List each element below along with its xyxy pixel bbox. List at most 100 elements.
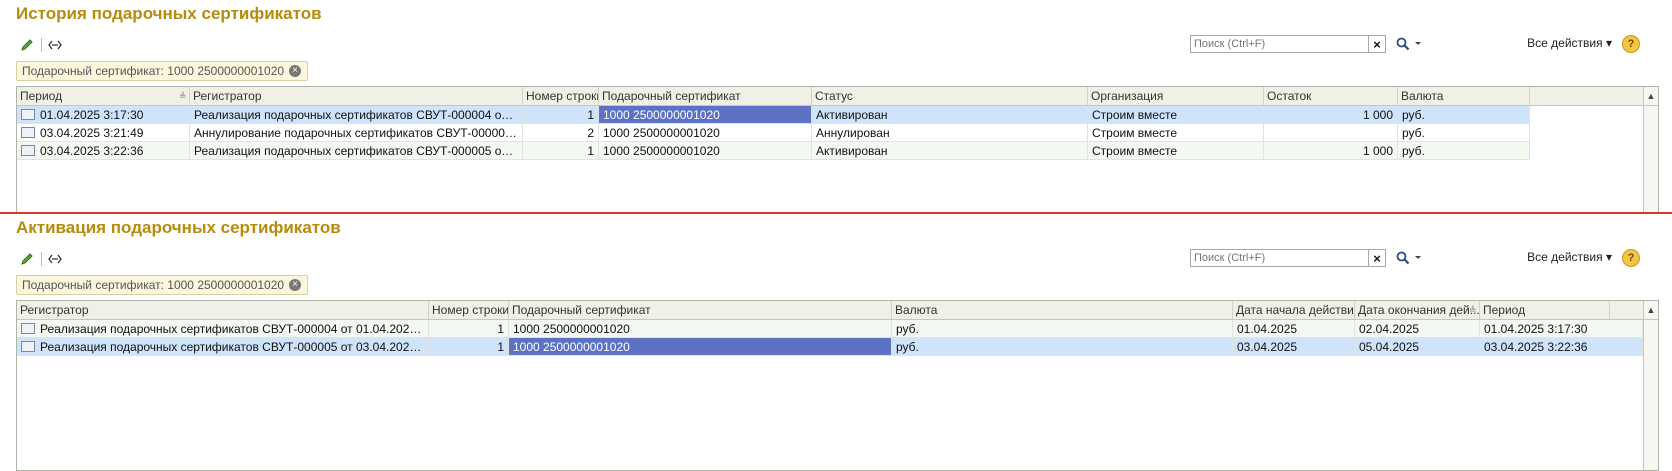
cell-line-number: 1 <box>429 320 509 338</box>
history-panel: История подарочных сертификатов × Все де… <box>0 0 1672 226</box>
scroll-up-icon[interactable]: ▲ <box>1644 301 1658 320</box>
activation-vertical-scrollbar[interactable]: ▲ <box>1643 301 1658 470</box>
col-label: Дата окончания дей... <box>1358 303 1480 317</box>
table-row[interactable]: 03.04.2025 3:22:36 Реализация подарочных… <box>17 142 1530 160</box>
col-gift-certificate[interactable]: Подарочный сертификат <box>599 87 812 105</box>
cell-currency: руб. <box>1398 124 1530 142</box>
history-search-input[interactable] <box>1191 36 1370 52</box>
col-organization[interactable]: Организация <box>1088 87 1264 105</box>
col-label: Период <box>20 89 63 103</box>
cell-gift-certificate: 1000 2500000001020 <box>509 320 892 338</box>
cell-start-date: 01.04.2025 <box>1233 320 1355 338</box>
cell-balance: 1 000 <box>1264 106 1398 124</box>
remove-filter-icon[interactable]: × <box>289 65 302 77</box>
document-icon <box>21 109 35 121</box>
col-start-date[interactable]: Дата начала действия <box>1233 301 1355 319</box>
activation-filter-tag[interactable]: Подарочный сертификат: 1000 250000000102… <box>16 275 309 295</box>
col-status[interactable]: Статус <box>812 87 1088 105</box>
col-line-number[interactable]: Номер строки <box>523 87 599 105</box>
history-find-button[interactable] <box>1396 34 1426 54</box>
cell-period: 01.04.2025 3:17:30 <box>1480 320 1643 338</box>
history-filter-tag[interactable]: Подарочный сертификат: 1000 250000000102… <box>16 61 309 81</box>
cell-status: Активирован <box>812 106 1088 124</box>
sort-ascending-icon: ≜ <box>179 91 187 101</box>
activation-all-actions-menu[interactable]: Все действия ▾ <box>1527 250 1612 264</box>
cell-organization: Строим вместе <box>1088 142 1264 160</box>
clear-search-button[interactable]: × <box>1368 250 1385 266</box>
link-button[interactable] <box>44 34 66 56</box>
col-currency[interactable]: Валюта <box>892 301 1233 319</box>
pencil-icon <box>21 39 33 51</box>
chevron-down-icon <box>1415 256 1421 259</box>
col-period[interactable]: Период <box>1480 301 1610 319</box>
document-icon <box>21 323 35 335</box>
col-end-date[interactable]: Дата окончания дей... ≜ <box>1355 301 1480 319</box>
table-row[interactable]: Реализация подарочных сертификатов СВУТ-… <box>17 320 1643 338</box>
registrar-text: Реализация подарочных сертификатов СВУТ-… <box>40 340 429 354</box>
link-button[interactable] <box>44 248 66 270</box>
col-registrar[interactable]: Регистратор <box>17 301 429 319</box>
cell-line-number: 1 <box>523 142 599 160</box>
filter-label: Подарочный сертификат: 1000 250000000102… <box>22 278 285 292</box>
table-row[interactable]: 03.04.2025 3:21:49 Аннулирование подароч… <box>17 124 1530 142</box>
cell-registrar: Реализация подарочных сертификатов СВУТ-… <box>17 338 429 356</box>
activation-toolbar: × Все действия ▾ ? <box>16 248 1656 270</box>
cell-currency: руб. <box>1398 106 1530 124</box>
history-title: История подарочных сертификатов <box>16 4 322 23</box>
pencil-icon <box>21 253 33 265</box>
cell-balance <box>1264 124 1398 142</box>
col-line-number[interactable]: Номер строки <box>429 301 509 319</box>
period-text: 03.04.2025 3:21:49 <box>40 126 144 140</box>
activation-search-field[interactable]: × <box>1190 249 1386 267</box>
table-row[interactable]: 01.04.2025 3:17:30 Реализация подарочных… <box>17 106 1530 124</box>
toolbar-separator <box>41 38 42 52</box>
cell-end-date: 02.04.2025 <box>1355 320 1480 338</box>
document-icon <box>21 341 35 353</box>
activation-help-button[interactable]: ? <box>1622 249 1640 267</box>
remove-filter-icon[interactable]: × <box>289 279 302 291</box>
cell-gift-certificate[interactable]: 1000 2500000001020 <box>509 338 892 356</box>
col-balance[interactable]: Остаток <box>1264 87 1398 105</box>
cell-currency: руб. <box>892 320 1233 338</box>
cell-registrar: Реализация подарочных сертификатов СВУТ-… <box>17 320 429 338</box>
period-text: 01.04.2025 3:17:30 <box>40 108 144 122</box>
table-row[interactable]: Реализация подарочных сертификатов СВУТ-… <box>17 338 1643 356</box>
edit-pencil-button[interactable] <box>16 34 38 56</box>
history-all-actions-menu[interactable]: Все действия ▾ <box>1527 36 1612 50</box>
col-currency[interactable]: Валюта <box>1398 87 1530 105</box>
magnifier-icon <box>1396 37 1410 51</box>
cell-line-number: 2 <box>523 124 599 142</box>
history-vertical-scrollbar[interactable]: ▲ <box>1643 87 1658 213</box>
col-registrar[interactable]: Регистратор <box>190 87 523 105</box>
activation-search-input[interactable] <box>1191 250 1370 266</box>
history-toolbar: × Все действия ▾ ? <box>16 34 1656 56</box>
cell-currency: руб. <box>1398 142 1530 160</box>
chevron-down-icon <box>1415 42 1421 45</box>
cell-line-number: 1 <box>429 338 509 356</box>
activation-table: Регистратор Номер строки Подарочный серт… <box>16 300 1659 471</box>
cell-period: 03.04.2025 3:21:49 <box>17 124 190 142</box>
clear-search-button[interactable]: × <box>1368 36 1385 52</box>
col-gift-certificate[interactable]: Подарочный сертификат <box>509 301 892 319</box>
filter-label: Подарочный сертификат: 1000 250000000102… <box>22 64 285 78</box>
scroll-up-icon[interactable]: ▲ <box>1644 87 1658 106</box>
all-actions-label: Все действия <box>1527 250 1603 264</box>
col-period[interactable]: Период ≜ <box>17 87 190 105</box>
period-text: 03.04.2025 3:22:36 <box>40 144 144 158</box>
sort-ascending-icon: ≜ <box>1469 305 1477 315</box>
history-search-field[interactable]: × <box>1190 35 1386 53</box>
history-table-header: Период ≜ Регистратор Номер строки Подароч… <box>17 87 1658 106</box>
history-help-button[interactable]: ? <box>1622 35 1640 53</box>
help-icon: ? <box>1627 252 1635 264</box>
cell-organization: Строим вместе <box>1088 106 1264 124</box>
cell-status: Аннулирован <box>812 124 1088 142</box>
cell-gift-certificate[interactable]: 1000 2500000001020 <box>599 106 812 124</box>
panel-divider <box>0 212 1672 214</box>
activation-find-button[interactable] <box>1396 248 1426 268</box>
edit-pencil-button[interactable] <box>16 248 38 270</box>
cell-line-number: 1 <box>523 106 599 124</box>
cell-gift-certificate: 1000 2500000001020 <box>599 124 812 142</box>
link-arrows-icon <box>48 254 62 264</box>
cell-period: 01.04.2025 3:17:30 <box>17 106 190 124</box>
document-icon <box>21 127 35 139</box>
